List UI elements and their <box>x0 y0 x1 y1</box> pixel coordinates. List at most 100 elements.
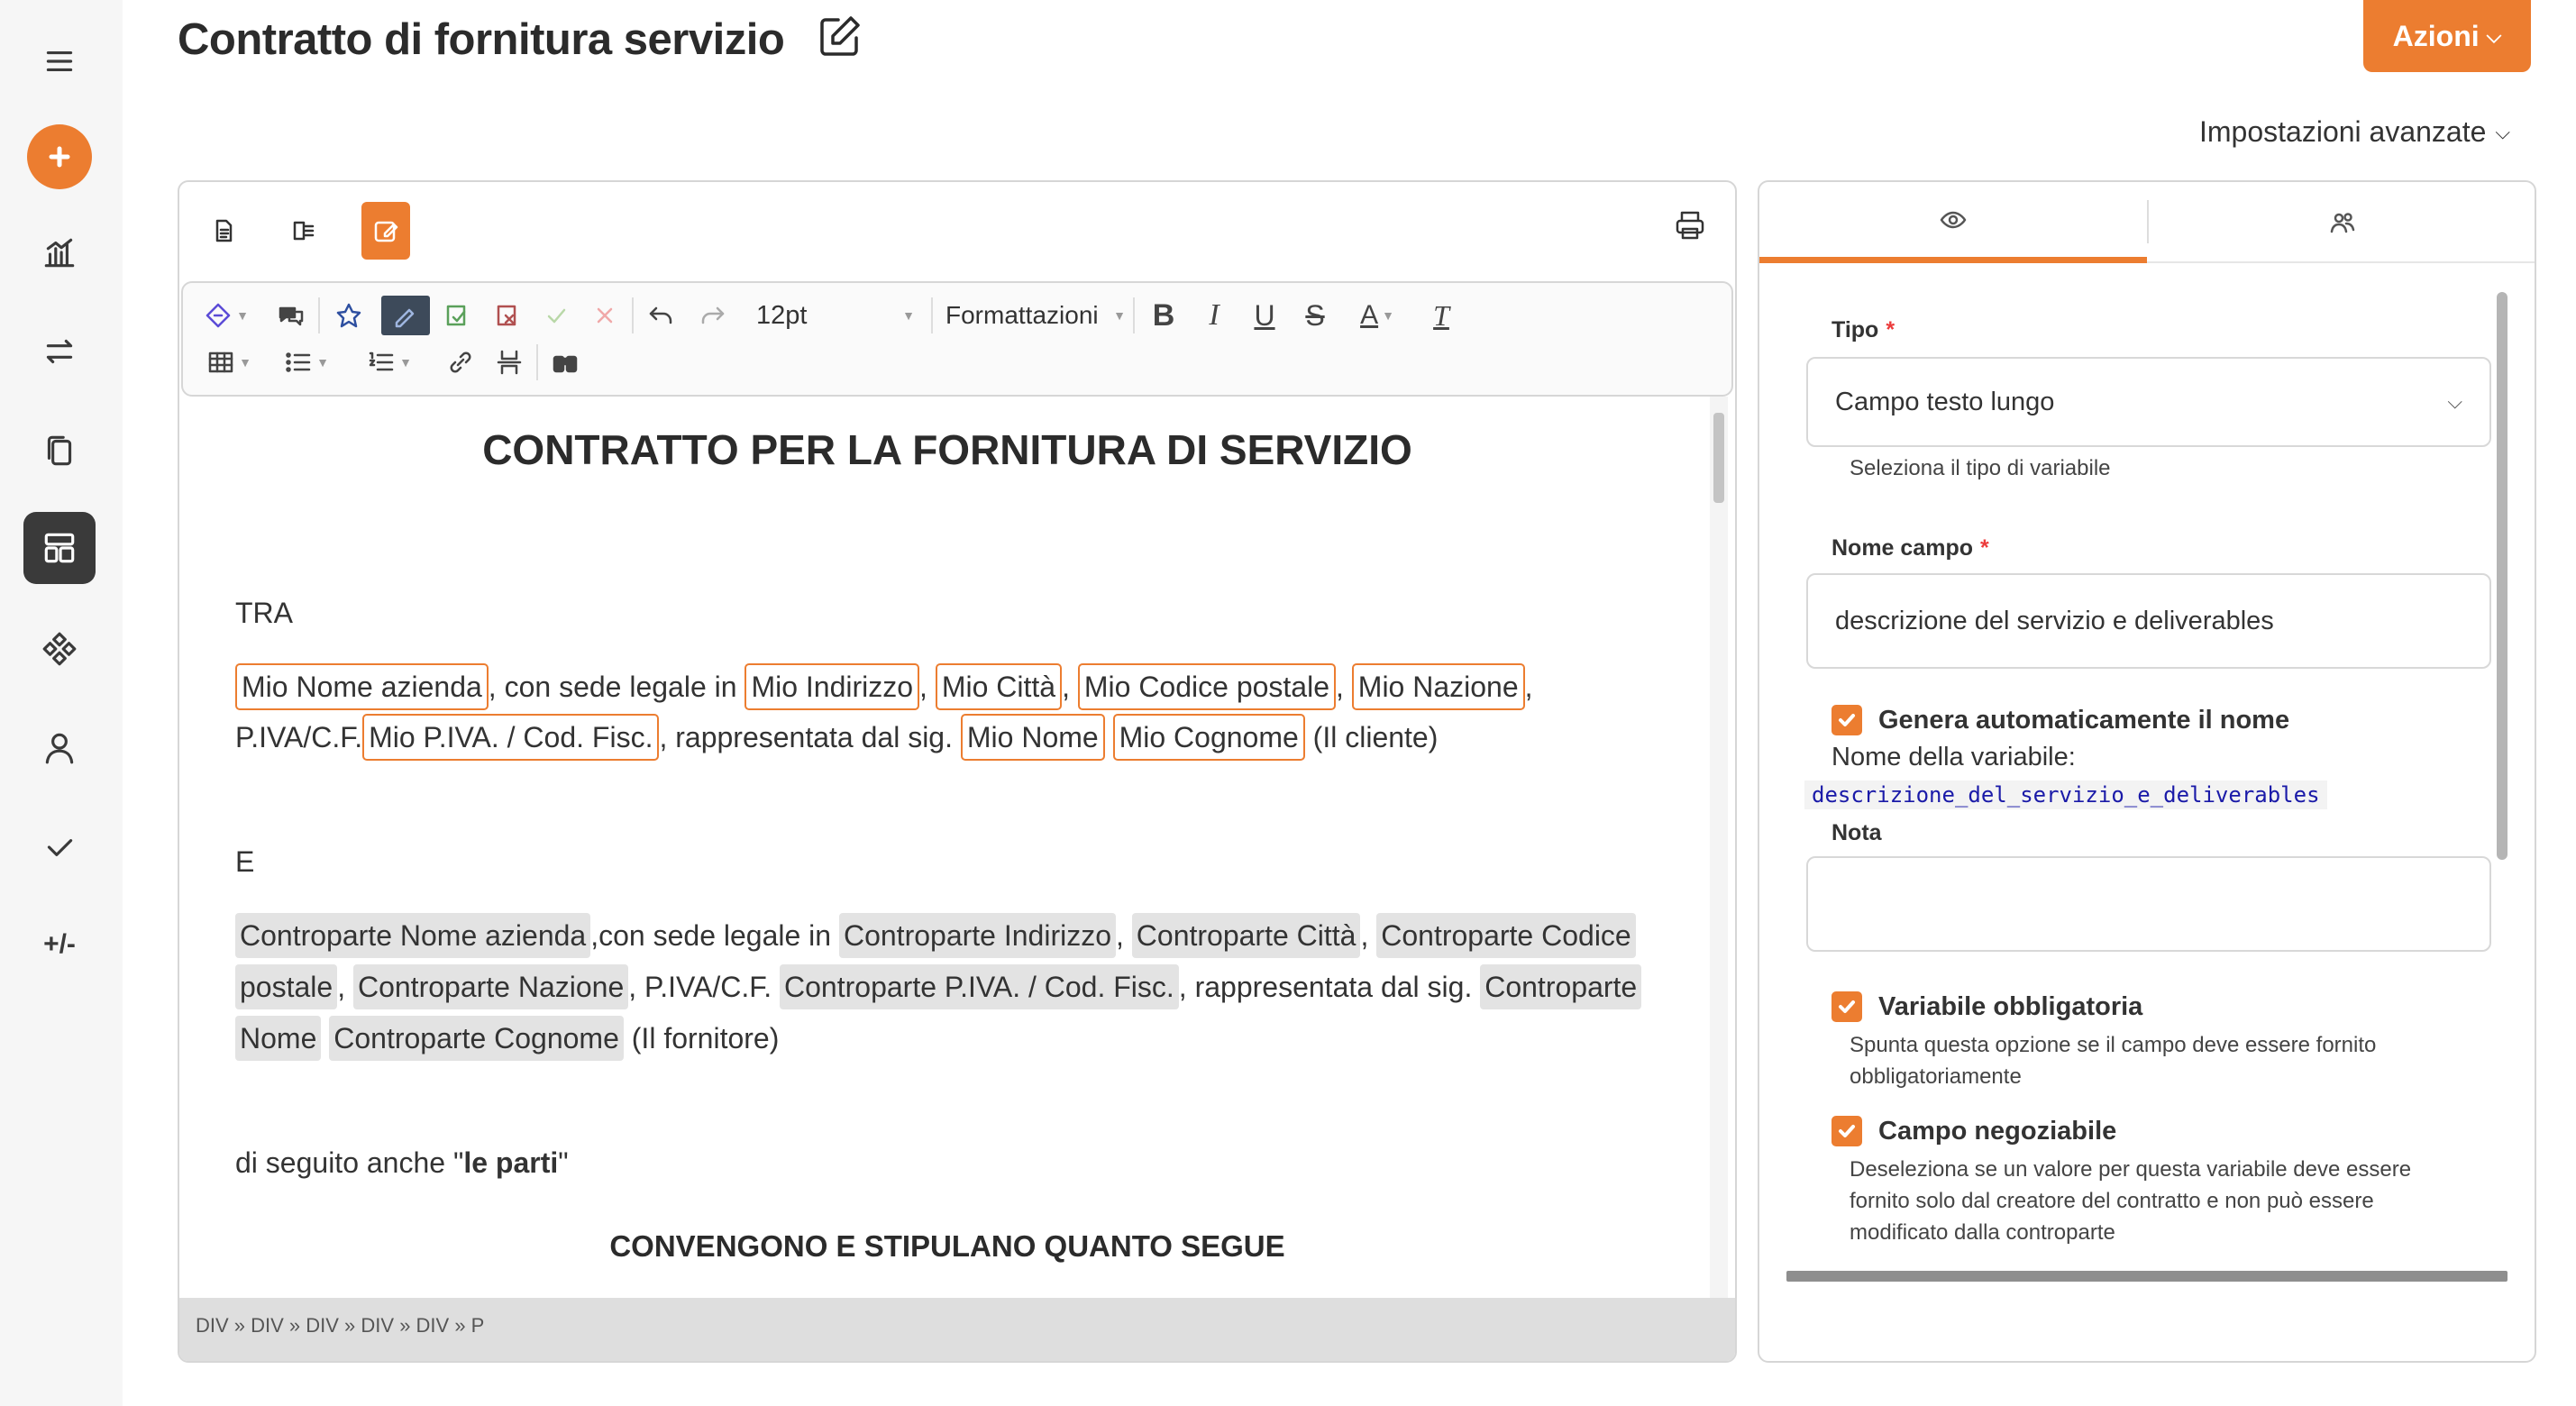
required-mark: * <box>1886 317 1895 342</box>
numbered-list-icon[interactable]: ▼ <box>360 342 419 382</box>
format-select[interactable]: Formattazioni ▼ <box>945 296 1126 335</box>
highlight-variables-icon[interactable] <box>329 296 369 335</box>
page-break-icon[interactable] <box>489 342 529 382</box>
genera-label: Genera automaticamente il nome <box>1878 705 2290 735</box>
link-icon[interactable] <box>441 342 480 382</box>
tipo-select[interactable]: Campo testo lungo ⌵ <box>1806 357 2491 447</box>
variable-mio-nazione[interactable]: Mio Nazione <box>1351 663 1525 710</box>
tab-users[interactable] <box>2149 182 2535 263</box>
templates-icon[interactable] <box>23 512 96 584</box>
party1-text: (Il cliente) <box>1304 721 1439 753</box>
variable-controparte-nazione[interactable]: Controparte Nazione <box>352 964 629 1009</box>
chart-icon[interactable] <box>23 216 96 288</box>
parties-bold: le parti <box>463 1146 559 1179</box>
document-scrollbar[interactable] <box>1713 413 1724 503</box>
transfer-icon[interactable] <box>23 315 96 388</box>
document-content[interactable]: CONTRATTO PER LA FORNITURA DI SERVIZIO T… <box>181 397 1733 1300</box>
panel-horizontal-scrollbar[interactable] <box>1786 1271 2507 1282</box>
nome-campo-input[interactable]: descrizione del servizio e deliverables <box>1806 573 2491 669</box>
reject-one-icon[interactable] <box>585 296 625 335</box>
compare-view-icon[interactable] <box>280 202 329 260</box>
negoziabile-help: Deseleziona se un valore per questa vari… <box>1850 1157 2412 1245</box>
variable-controparte-piva[interactable]: Controparte P.IVA. / Cod. Fisc. <box>780 964 1179 1009</box>
variable-controparte-citta[interactable]: Controparte Città <box>1131 913 1361 958</box>
table-icon[interactable]: ▼ <box>199 342 259 382</box>
tra-paragraph: TRA <box>235 597 293 629</box>
components-icon[interactable] <box>23 613 96 685</box>
check-icon[interactable] <box>23 811 96 883</box>
parties-text: " <box>558 1146 569 1179</box>
chevron-down-icon: ▼ <box>902 308 915 323</box>
variable-mio-nome-azienda[interactable]: Mio Nome azienda <box>235 663 489 710</box>
variable-mio-nome[interactable]: Mio Nome <box>960 714 1105 761</box>
advanced-settings-toggle[interactable]: Impostazioni avanzate ⌵ <box>2199 115 2510 149</box>
tab-preview[interactable] <box>1759 182 2147 263</box>
track-changes-icon[interactable] <box>381 296 430 335</box>
party2-paragraph: Controparte Nome azienda ,con sede legale… <box>235 910 1677 1064</box>
variable-controparte-nome[interactable]: Controparte <box>1480 964 1642 1009</box>
actions-button[interactable]: Azioni ⌵ <box>2363 0 2531 72</box>
variable-controparte-indirizzo[interactable]: Controparte Indirizzo <box>838 913 1116 958</box>
italic-icon[interactable]: I <box>1194 296 1234 335</box>
variable-mio-indirizzo[interactable]: Mio Indirizzo <box>744 663 920 710</box>
variabile-obbligatoria-checkbox[interactable]: Variabile obbligatoria <box>1832 991 2142 1022</box>
underline-icon[interactable]: U <box>1245 296 1284 335</box>
e-paragraph: E <box>235 845 255 878</box>
variable-mio-citta[interactable]: Mio Città <box>935 663 1063 710</box>
panel-scrollbar[interactable] <box>2497 292 2507 860</box>
variable-controparte-codice-postale-cont[interactable]: postale <box>235 964 338 1009</box>
variable-mio-cognome[interactable]: Mio Cognome <box>1112 714 1305 761</box>
party1-text: , rappresentata dal sig. <box>659 721 961 753</box>
variable-mio-codice-postale[interactable]: Mio Codice postale <box>1077 663 1336 710</box>
edit-mode-icon[interactable] <box>361 202 410 260</box>
variable-mio-piva[interactable]: Mio P.IVA. / Cod. Fisc. <box>362 714 660 761</box>
find-replace-icon[interactable] <box>545 342 585 382</box>
variable-controparte-cognome[interactable]: Controparte Cognome <box>329 1016 624 1061</box>
font-size-select[interactable]: 12pt ▼ <box>751 296 922 335</box>
left-rail: +/- <box>0 0 123 1406</box>
redo-icon[interactable] <box>691 296 733 335</box>
variable-controparte-nome-azienda[interactable]: Controparte Nome azienda <box>235 913 591 958</box>
element-path-statusbar: DIV » DIV » DIV » DIV » DIV » P <box>179 1298 1735 1361</box>
editor-toolbar: ▼ 12pt ▼ Formattazioni ▼ B I U S A ▼ T ▼… <box>181 281 1733 397</box>
nota-label: Nota <box>1832 820 1882 845</box>
party2-text: (Il fornitore) <box>623 1022 780 1054</box>
document-title: CONTRATTO PER LA FORNITURA DI SERVIZIO <box>482 426 1412 473</box>
party2-text: ,con sede legale in <box>590 919 839 952</box>
document-view-icon[interactable] <box>199 202 248 260</box>
page-title: Contratto di fornitura servizio <box>178 15 785 64</box>
tipo-value: Campo testo lungo <box>1835 387 2055 416</box>
bullet-list-icon[interactable]: ▼ <box>277 342 336 382</box>
variable-controparte-codice-postale[interactable]: Controparte Codice <box>1376 913 1636 958</box>
document-scrollbar-track[interactable] <box>1710 397 1728 1300</box>
user-icon[interactable] <box>23 712 96 784</box>
checkbox-checked-icon <box>1832 705 1862 735</box>
add-icon[interactable] <box>27 124 92 189</box>
accept-changes-icon[interactable] <box>437 296 477 335</box>
variable-controparte-nome-cont[interactable]: Nome <box>235 1016 322 1061</box>
variable-name-label: Nome della variabile: <box>1832 743 2076 771</box>
variables-icon[interactable]: ▼ <box>199 296 253 335</box>
accept-one-icon[interactable] <box>536 296 576 335</box>
strikethrough-icon[interactable]: S <box>1295 296 1335 335</box>
obbligatoria-label: Variabile obbligatoria <box>1878 991 2143 1021</box>
font-size-value: 12pt <box>756 300 808 330</box>
comments-icon[interactable] <box>271 296 311 335</box>
menu-icon[interactable] <box>23 25 96 97</box>
nota-input[interactable] <box>1806 856 2491 952</box>
tipo-label-text: Tipo <box>1832 317 1879 342</box>
edit-title-icon[interactable] <box>815 13 863 61</box>
text-color-icon[interactable]: A ▼ <box>1346 296 1409 335</box>
print-icon[interactable] <box>1674 209 1710 245</box>
clear-format-icon[interactable]: T <box>1421 296 1461 335</box>
bold-icon[interactable]: B <box>1144 296 1183 335</box>
campo-negoziabile-checkbox[interactable]: Campo negoziabile <box>1832 1116 2116 1146</box>
reject-changes-icon[interactable] <box>488 296 527 335</box>
variable-settings-panel: Tipo * Campo testo lungo ⌵ Seleziona il t… <box>1758 180 2536 1363</box>
genera-nome-checkbox[interactable]: Genera automaticamente il nome <box>1832 705 2289 735</box>
copy-icon[interactable] <box>23 415 96 487</box>
plus-minus-button[interactable]: +/- <box>23 918 96 972</box>
undo-icon[interactable] <box>641 296 682 335</box>
variable-name-value: descrizione_del_servizio_e_deliverables <box>1804 781 2327 809</box>
parties-text: di seguito anche " <box>235 1146 464 1179</box>
